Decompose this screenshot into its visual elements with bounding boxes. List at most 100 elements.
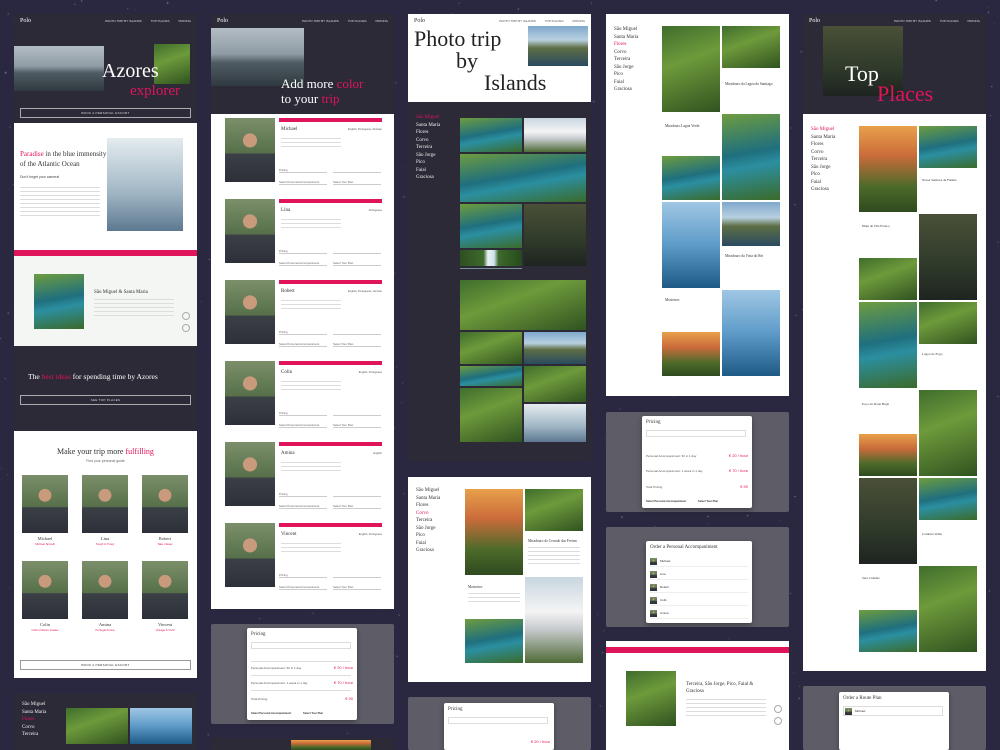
island-item[interactable]: Santa Maria [416, 495, 440, 503]
island-item[interactable]: Terceira [416, 144, 440, 152]
nav-link-3c[interactable]: PRICING [572, 19, 585, 23]
island-tabs-bar-2[interactable] [606, 647, 789, 653]
island-item[interactable]: Faial [614, 79, 638, 87]
pricing-field[interactable]: Pricing [279, 168, 327, 173]
top-place-photo[interactable] [919, 390, 977, 476]
nav-link-5b[interactable]: TOP PLACES [940, 19, 959, 23]
top-place-photo[interactable] [859, 434, 917, 476]
island-item[interactable]: Graciosa [811, 186, 835, 194]
pricing-field[interactable]: Pricing [279, 492, 327, 497]
top-place-photo[interactable] [919, 302, 977, 344]
pricing-field[interactable]: Pricing [279, 411, 327, 416]
nav-link-photo-trip[interactable]: PHOTO TRIP BY ISLANDS [105, 19, 142, 23]
guide-card[interactable]: Vincent Vintage & Vivid [140, 561, 190, 632]
island-photo[interactable] [460, 366, 522, 386]
nav-link-3b[interactable]: TOP PLACES [545, 19, 564, 23]
prev-arrow-icon[interactable] [182, 312, 190, 320]
island-item[interactable]: Graciosa [416, 174, 440, 182]
nav-link-3a[interactable]: PHOTO TRIP BY ISLANDS [499, 19, 536, 23]
tour-plan-select[interactable]: Select Tour Plan [333, 585, 381, 590]
top-place-photo[interactable] [859, 126, 917, 212]
island-item[interactable]: Terceira [614, 56, 638, 64]
pricing-field[interactable]: Pricing [279, 573, 327, 578]
pricing-field-2[interactable] [333, 492, 381, 497]
island-item[interactable]: São Jorge [614, 64, 638, 72]
island-item[interactable]: Graciosa [614, 86, 638, 94]
nav-link-5c[interactable]: PRICING [967, 19, 980, 23]
accompaniment-select[interactable]: Select Personal Accompaniment [279, 423, 327, 428]
island-item[interactable]: Flores [811, 141, 835, 149]
guide-select[interactable] [251, 642, 351, 649]
accompaniment-select[interactable]: Select Personal Accompaniment [279, 180, 327, 185]
pricing-field-2[interactable] [333, 573, 381, 578]
island-item[interactable]: Terceira [22, 731, 46, 739]
island-photo[interactable] [460, 332, 522, 364]
island-item[interactable]: Pico [614, 71, 638, 79]
island-item[interactable]: São Miguel [416, 114, 440, 122]
island-item[interactable]: São Miguel [416, 487, 440, 495]
island-item[interactable]: São Miguel [614, 26, 638, 34]
island-item[interactable]: Santa Maria [614, 34, 638, 42]
route-select[interactable]: Michael [843, 706, 943, 716]
book-escort-button-bottom[interactable]: BOOK A PERSONAL ESCORT [20, 660, 191, 670]
guide-select-2[interactable] [448, 717, 548, 724]
pricing-field-2[interactable] [333, 249, 381, 254]
nav-link-2c[interactable]: PRICING [375, 19, 388, 23]
order-item[interactable]: Lina [650, 570, 748, 580]
accompaniment-select[interactable]: Select Personal Accompaniment [279, 504, 327, 509]
brand-logo-3[interactable]: Polo [414, 18, 490, 24]
next-arrow-icon[interactable] [182, 324, 190, 332]
top-place-photo[interactable] [859, 478, 917, 564]
island-item[interactable]: Corvo [811, 149, 835, 157]
order-item[interactable]: Michael [650, 557, 748, 567]
pricing-field-2[interactable] [333, 330, 381, 335]
island-item[interactable]: Santa Maria [416, 122, 440, 130]
island-item[interactable]: Terceira [811, 156, 835, 164]
select-accompaniment-3[interactable]: Select Personal Accompaniment [646, 500, 686, 503]
island-item[interactable]: Corvo [416, 510, 440, 518]
top-place-photo[interactable] [919, 478, 977, 520]
island-item[interactable]: São Miguel [22, 701, 46, 709]
island-item[interactable]: Flores [614, 41, 638, 49]
pricing-field-2[interactable] [333, 168, 381, 173]
island-photo[interactable] [524, 366, 586, 402]
select-tour-3[interactable]: Select Tour Plan [698, 500, 718, 503]
top-place-photo[interactable] [919, 126, 977, 168]
nav-link-5a[interactable]: PHOTO TRIP BY ISLANDS [894, 19, 931, 23]
island-item[interactable]: Graciosa [416, 547, 440, 555]
nav-link-2b[interactable]: TOP PLACES [348, 19, 367, 23]
nav-link-2a[interactable]: PHOTO TRIP BY ISLANDS [302, 19, 339, 23]
island-item[interactable]: Corvo [22, 724, 46, 732]
tour-plan-select[interactable]: Select Tour Plan [333, 180, 381, 185]
island-item[interactable]: São Jorge [416, 152, 440, 160]
tour-plan-select[interactable]: Select Tour Plan [333, 261, 381, 266]
pricing-field[interactable]: Pricing [279, 330, 327, 335]
island-photo[interactable] [524, 404, 586, 442]
island-item[interactable]: São Jorge [811, 164, 835, 172]
island-item[interactable]: Faial [416, 167, 440, 175]
island-item[interactable]: Corvo [416, 137, 440, 145]
island-item[interactable]: Corvo [614, 49, 638, 57]
island-photo[interactable] [524, 118, 586, 152]
island-photo[interactable] [460, 118, 522, 152]
see-top-places-button[interactable]: SEE TOP PLACES [20, 395, 191, 405]
island-item[interactable]: Santa Maria [811, 134, 835, 142]
accompaniment-select[interactable]: Select Personal Accompaniment [279, 342, 327, 347]
island-item[interactable]: Faial [416, 540, 440, 548]
island-item[interactable]: São Miguel [811, 126, 835, 134]
island-item[interactable]: Pico [416, 159, 440, 167]
guide-card[interactable]: Colin Colin's Nature Guides [20, 561, 70, 632]
island-item[interactable]: Flores [22, 716, 46, 724]
nav-link-pricing[interactable]: PRICING [178, 19, 191, 23]
island-item[interactable]: Faial [811, 179, 835, 187]
island-item[interactable]: Pico [811, 171, 835, 179]
island-item[interactable]: Pico [416, 532, 440, 540]
island-item[interactable]: Flores [416, 502, 440, 510]
order-item[interactable]: Robert [650, 583, 748, 593]
tour-plan-select[interactable]: Select Tour Plan [333, 423, 381, 428]
top-place-photo[interactable] [919, 214, 977, 300]
nav-link-top-places[interactable]: TOP PLACES [151, 19, 170, 23]
select-tour-button[interactable]: Select Tour Plan [303, 712, 323, 715]
accompaniment-select[interactable]: Select Personal Accompaniment [279, 261, 327, 266]
island-photo[interactable] [460, 204, 522, 248]
